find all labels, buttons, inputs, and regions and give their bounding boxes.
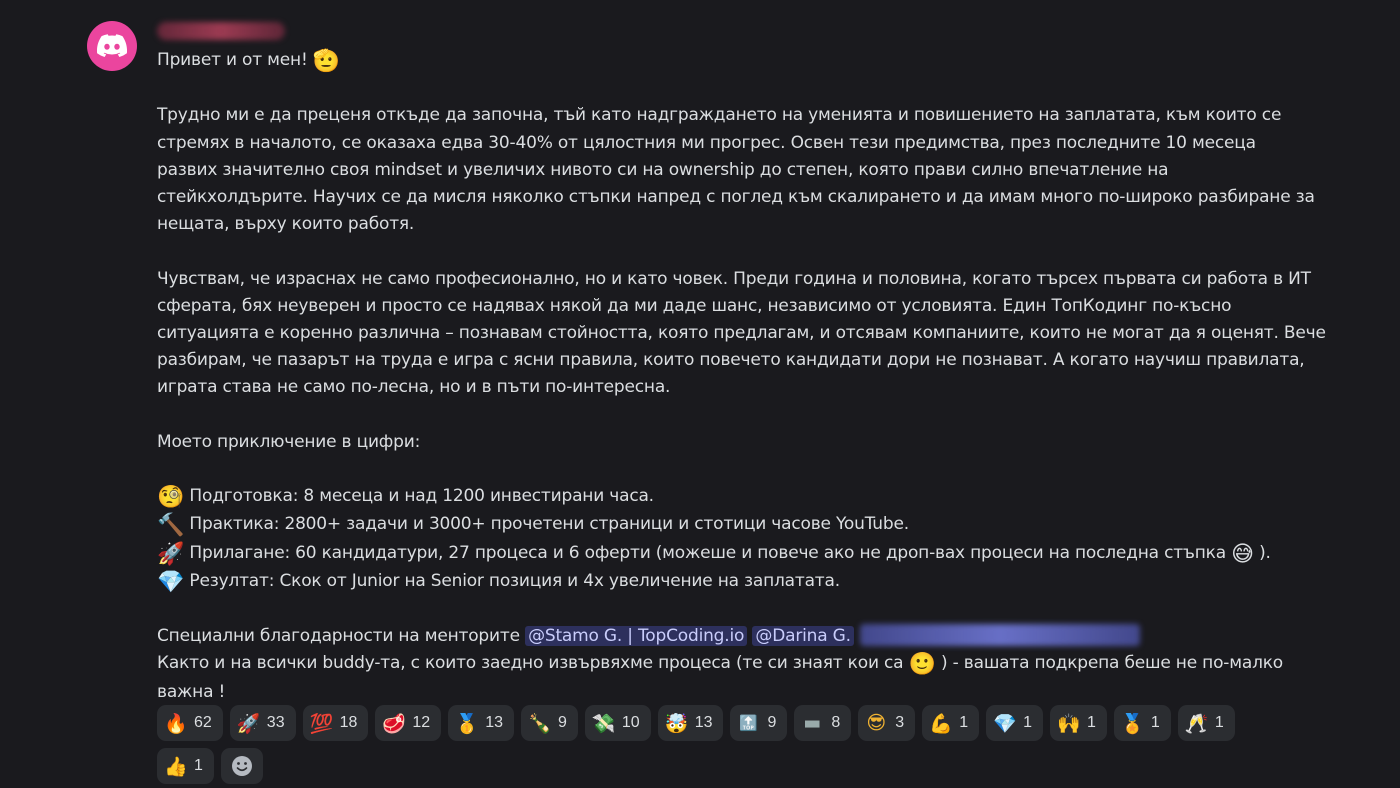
list-item: 💎 Резултат: Скок от Junior на Senior поз… bbox=[157, 568, 1292, 596]
gem-icon: 💎 bbox=[993, 712, 1017, 735]
muscle-icon: 💪 bbox=[929, 712, 953, 735]
add-reaction-smiley-icon bbox=[231, 756, 252, 776]
list-item-text: Резултат: Скок от Junior на Senior позиц… bbox=[189, 570, 840, 591]
greeting-text: Привет и от мен! bbox=[157, 50, 308, 70]
reaction-raised-hands[interactable]: 🙌 1 bbox=[1050, 705, 1107, 741]
reaction-count: 13 bbox=[485, 714, 503, 731]
reaction-medal[interactable]: 🏅 1 bbox=[1113, 705, 1171, 741]
gold-medal-icon: 🥇 bbox=[455, 712, 479, 735]
add-reaction-button[interactable] bbox=[220, 748, 263, 784]
reaction-rocket[interactable]: 🚀 33 bbox=[229, 705, 296, 741]
monocle-face-icon: 🧐 bbox=[157, 485, 185, 511]
reaction-top[interactable]: 🔝 9 bbox=[730, 705, 788, 741]
reaction-count: 13 bbox=[694, 714, 713, 731]
reaction-count: 1 bbox=[959, 714, 969, 731]
slight-smile-icon: 🙂 bbox=[908, 652, 936, 678]
paragraph-2-line: сферата, бях неуверен и просто се надява… bbox=[157, 295, 1232, 316]
reaction-count: 3 bbox=[895, 714, 905, 731]
reaction-custom[interactable]: ▬ 8 bbox=[794, 705, 852, 741]
medal-icon: 🏅 bbox=[1120, 712, 1145, 735]
reaction-count: 33 bbox=[266, 714, 285, 731]
reaction-steak[interactable]: 🥩 12 bbox=[375, 705, 442, 741]
list-item-text: Практика: 2800+ задачи и 3000+ прочетени… bbox=[189, 514, 909, 535]
reaction-count: 1 bbox=[1023, 714, 1033, 731]
reaction-clinking-glasses[interactable]: 🥂 1 bbox=[1177, 705, 1235, 741]
thumbs-up-icon: 👍 bbox=[164, 755, 188, 778]
money-wings-icon: 💸 bbox=[591, 712, 616, 735]
greeting-line: Привет и от мен! 🫡 bbox=[157, 47, 1292, 75]
user-avatar[interactable] bbox=[87, 21, 137, 71]
mind-blown-icon: 🤯 bbox=[664, 712, 689, 735]
reaction-count: 10 bbox=[621, 714, 640, 731]
reaction-money[interactable]: 💸 10 bbox=[584, 705, 651, 741]
reaction-count: 9 bbox=[767, 714, 777, 731]
hammer-icon: 🔨 bbox=[157, 513, 185, 539]
thanks-text: Специални благодарности на менторите bbox=[157, 626, 520, 647]
list-item-text: Прилагане: 60 кандидатури, 27 процеса и … bbox=[189, 542, 1226, 563]
discord-logo-icon bbox=[97, 34, 127, 57]
champagne-icon: 🍾 bbox=[527, 712, 552, 735]
reaction-count: 12 bbox=[412, 714, 431, 731]
reaction-count: 62 bbox=[194, 714, 212, 731]
buddy-tail: ) - вашата подкрепа беше не по-малко bbox=[941, 653, 1284, 674]
reaction-count: 1 bbox=[1150, 714, 1160, 731]
mention-redacted[interactable] bbox=[859, 624, 1140, 647]
username-redacted[interactable] bbox=[157, 22, 285, 40]
reaction-fire[interactable]: 🔥 62 bbox=[157, 705, 223, 741]
mention-darina[interactable]: @Darina G. bbox=[752, 626, 854, 647]
salute-emoji: 🫡 bbox=[312, 49, 341, 74]
buddy-line: Както и на всички buddy-та, с които заед… bbox=[157, 650, 1292, 678]
paragraph-1-line: нещата, върху които работя. bbox=[157, 214, 415, 235]
reaction-thumbs-up[interactable]: 👍 1 bbox=[157, 748, 214, 784]
steak-icon: 🥩 bbox=[382, 712, 407, 735]
reaction-muscle[interactable]: 💪 1 bbox=[922, 705, 980, 741]
reaction-champagne[interactable]: 🍾 9 bbox=[520, 705, 578, 741]
paragraph-1-line: стейкхолдърите. Научих се да мисля някол… bbox=[157, 187, 1315, 207]
paragraph-1-line: Трудно ми е да преценя откъде да започна… bbox=[157, 105, 1282, 126]
reaction-mind-blown[interactable]: 🤯 13 bbox=[657, 705, 724, 741]
list-item-tail: ). bbox=[1259, 542, 1271, 563]
sunglasses-icon: 😎 bbox=[866, 712, 887, 734]
paragraph-1-line: стремях в началото, се оказаха едва 30-4… bbox=[157, 132, 1256, 153]
reaction-count: 1 bbox=[1214, 714, 1224, 731]
buddy-text: Както и на всички buddy-та, с които заед… bbox=[157, 653, 904, 674]
thanks-line: Специални благодарности на менторите @St… bbox=[157, 623, 1292, 650]
last-line: важна ! bbox=[157, 681, 226, 702]
reaction-count: 1 bbox=[194, 757, 203, 774]
clinking-glasses-icon: 🥂 bbox=[1184, 712, 1209, 735]
list-item-text: Подготовка: 8 месеца и над 1200 инвестир… bbox=[189, 486, 654, 507]
rocket-icon: 🚀 bbox=[157, 541, 185, 567]
reaction-gem[interactable]: 💎 1 bbox=[986, 705, 1044, 741]
list-item: 🔨 Практика: 2800+ задачи и 3000+ прочете… bbox=[157, 511, 1292, 539]
paragraph-2-line: Чувствам, че израснах не само професиона… bbox=[157, 268, 1311, 289]
reaction-gold-medal[interactable]: 🥇 13 bbox=[448, 705, 514, 741]
message-view: Привет и от мен! 🫡 Трудно ми е да прецен… bbox=[0, 0, 1400, 788]
numbers-heading: Моето приключение в цифри: bbox=[157, 431, 421, 452]
rocket-icon: 🚀 bbox=[236, 712, 261, 735]
list-item: 🧐 Подготовка: 8 месеца и над 1200 инвест… bbox=[157, 483, 1292, 511]
message-body: Привет и от мен! 🫡 Трудно ми е да прецен… bbox=[157, 47, 1326, 706]
reaction-count: 1 bbox=[1087, 714, 1096, 731]
reaction-count: 8 bbox=[831, 714, 841, 731]
raised-hands-icon: 🙌 bbox=[1057, 712, 1081, 735]
mention-stamo[interactable]: @Stamo G. | TopCoding.io bbox=[525, 626, 748, 647]
reactions-bar: 🔥 62 🚀 33 💯 18 🥩 12 🥇 13 🍾 9 💸 10 🤯 13 🔝 9 ▬ 8 😎 3 … bbox=[157, 705, 1257, 784]
paragraph-1-line: развих значително своя mindset и увеличи… bbox=[157, 159, 1169, 180]
sweat-smile-icon: 😅 bbox=[1231, 541, 1254, 567]
paragraph-2-line: разбирам, че пазарът на труда е игра с я… bbox=[157, 350, 1305, 371]
paragraph-2-line: ситуацията е коренно различна – познавам… bbox=[157, 323, 1326, 343]
paragraph-2-line: играта става не само по-лесна, но и в пъ… bbox=[157, 377, 671, 398]
list-item: 🚀 Прилагане: 60 кандидатури, 27 процеса … bbox=[157, 540, 1292, 568]
reaction-100[interactable]: 💯 18 bbox=[302, 705, 369, 741]
reaction-count: 18 bbox=[339, 714, 358, 731]
gem-icon: 💎 bbox=[157, 569, 185, 595]
top-arrow-icon: 🔝 bbox=[739, 714, 758, 732]
reaction-sunglasses[interactable]: 😎 3 bbox=[858, 705, 916, 741]
hundred-points-icon: 💯 bbox=[309, 712, 334, 735]
reaction-count: 9 bbox=[557, 714, 567, 731]
fire-icon: 🔥 bbox=[164, 712, 188, 735]
custom-bar-icon: ▬ bbox=[803, 712, 822, 734]
